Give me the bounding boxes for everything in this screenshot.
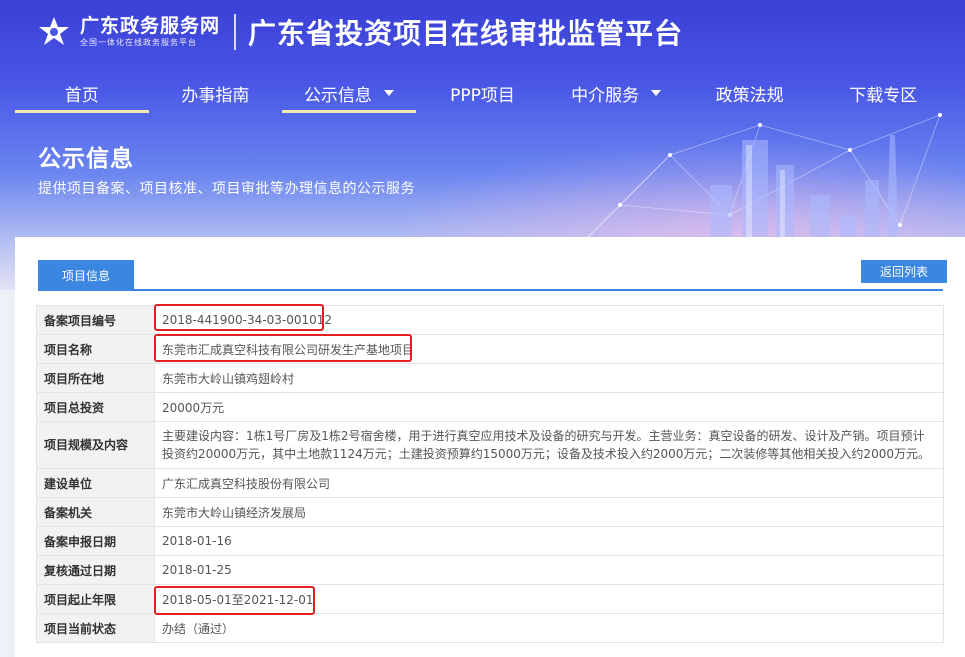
site-tagline: 全国一体化在线政务服务平台 [80,38,197,47]
highlight-box-project-code [154,304,324,331]
back-to-list-button[interactable]: 返回列表 [861,260,947,283]
field-label: 项目所在地 [36,363,155,393]
field-value: 20000万元 [154,392,944,422]
field-label: 项目起止年限 [36,584,155,614]
field-value: 2018-01-25 [154,555,944,585]
table-row: 备案机关 东莞市大岭山镇经济发展局 [36,497,944,527]
nav-label: 中介服务 [571,85,640,106]
field-label: 复核通过日期 [36,555,155,585]
table-row: 备案申报日期 2018-01-16 [36,526,944,556]
table-row: 项目总投资 20000万元 [36,392,944,422]
field-value: 主要建设内容：1栋1号厂房及1栋2号宿舍楼，用于进行真空应用技术及设备的研究与开… [154,421,944,469]
field-value: 广东汇成真空科技股份有限公司 [154,468,944,498]
table-row: 项目当前状态 办结（通过） [36,613,944,643]
nav-guide[interactable]: 办事指南 [149,73,283,113]
field-value: 2018-01-16 [154,526,944,556]
table-row: 建设单位 广东汇成真空科技股份有限公司 [36,468,944,498]
main-nav: 首页 办事指南 公示信息 PPP项目 中介服务 政策法规 下载专区 [15,73,950,113]
field-label: 建设单位 [36,468,155,498]
field-label: 项目当前状态 [36,613,155,643]
project-detail-card: 项目信息 返回列表 备案项目编号 2018-441900-34-03-00101… [15,237,965,657]
nav-label: 政策法规 [715,85,784,106]
logo-divider [234,14,237,50]
tab-project-info[interactable]: 项目信息 [38,260,134,290]
banner-title: 公示信息 [38,146,134,172]
nav-downloads[interactable]: 下载专区 [816,73,950,113]
nav-home[interactable]: 首页 [15,73,149,113]
table-row: 项目所在地 东莞市大岭山镇鸡翅岭村 [36,363,944,393]
tab-underline [38,289,943,291]
field-label: 备案机关 [36,497,155,527]
caret-down-icon [383,90,394,96]
nav-label: 公示信息 [303,85,372,106]
highlight-box-project-name [154,334,412,362]
nav-label: 办事指南 [181,85,250,106]
caret-down-icon [651,90,662,96]
logo-bar: 广东政务服务网 全国一体化在线政务服务平台 广东省投资项目在线审批监管平台 [36,12,683,52]
nav-public-info[interactable]: 公示信息 [282,73,416,113]
field-label: 项目总投资 [36,392,155,422]
field-label: 项目名称 [36,334,155,364]
table-row: 项目规模及内容 主要建设内容：1栋1号厂房及1栋2号宿舍楼，用于进行真空应用技术… [36,421,944,469]
site-name: 广东政务服务网 [80,15,221,37]
logo-text: 广东政务服务网 全国一体化在线政务服务平台 [80,15,220,49]
field-value: 东莞市大岭山镇鸡翅岭村 [154,363,944,393]
nav-label: PPP项目 [450,85,515,106]
field-label: 备案申报日期 [36,526,155,556]
nav-ppp[interactable]: PPP项目 [416,73,550,113]
nav-label: 下载专区 [849,85,918,106]
field-label: 备案项目编号 [36,305,155,335]
banner-subtitle: 提供项目备案、项目核准、项目审批等办理信息的公示服务 [38,181,415,197]
platform-title: 广东省投资项目在线审批监管平台 [248,17,684,50]
field-label: 项目规模及内容 [36,421,155,469]
field-value: 东莞市大岭山镇经济发展局 [154,497,944,527]
nav-policies[interactable]: 政策法规 [683,73,817,113]
field-value: 办结（通过） [154,613,944,643]
nav-agency-services[interactable]: 中介服务 [549,73,683,113]
highlight-box-project-period [154,586,315,615]
gd-gov-logo-icon[interactable] [36,14,72,50]
table-row: 复核通过日期 2018-01-25 [36,555,944,585]
nav-label: 首页 [64,85,99,106]
